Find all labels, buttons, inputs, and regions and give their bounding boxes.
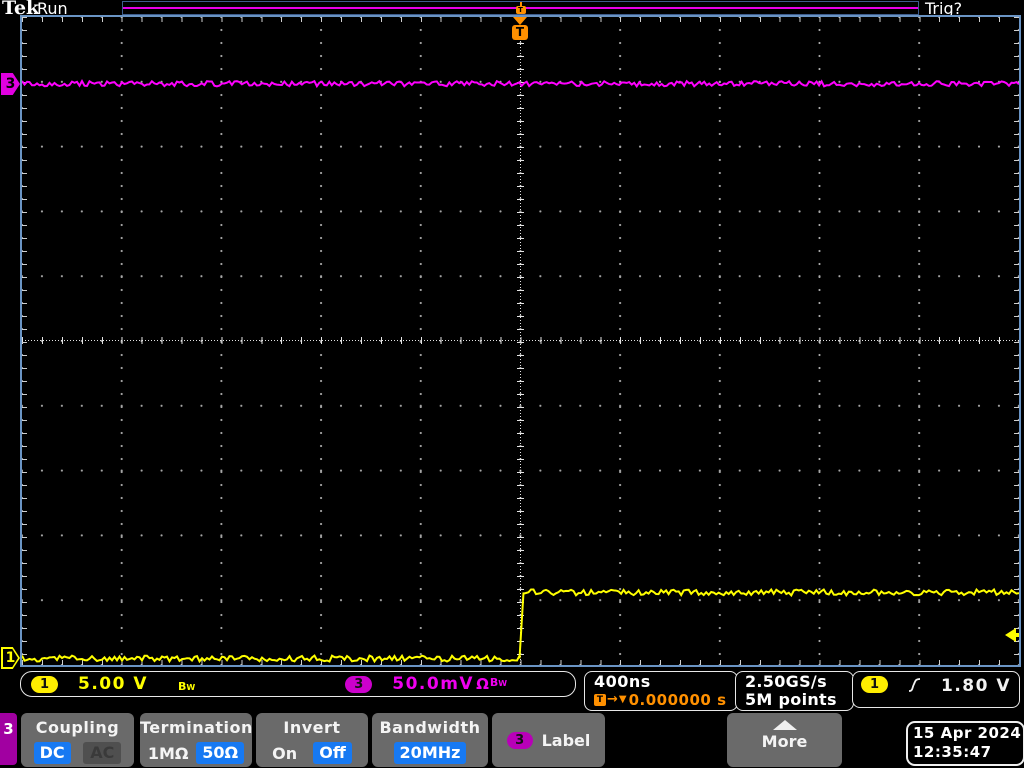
bottom-menu-bar: 3 Coupling DC AC Termination 1MΩ 50Ω Inv… bbox=[0, 712, 1024, 768]
termination-button[interactable]: Termination 1MΩ 50Ω bbox=[140, 713, 252, 767]
termination-title: Termination bbox=[140, 718, 253, 737]
invert-off-option[interactable]: Off bbox=[313, 742, 352, 764]
record-view-trigger-icon: T bbox=[515, 6, 526, 14]
channel3-scale: 50.0mV bbox=[392, 674, 475, 694]
horizontal-scale: 400ns bbox=[594, 672, 651, 691]
channel1-bandwidth-limit-icon: BW bbox=[178, 675, 195, 694]
channel3-menu-tab: 3 bbox=[0, 713, 17, 765]
trigger-level-arrow-tail bbox=[1015, 633, 1019, 637]
label-title: Label bbox=[541, 730, 591, 750]
delay-triangle-icon: ▼ bbox=[618, 694, 627, 705]
coupling-ac-option[interactable]: AC bbox=[83, 742, 122, 764]
waveform-display bbox=[22, 79, 1019, 664]
channel3-bandwidth-limit-icon: BW bbox=[490, 671, 507, 690]
channel1-scale: 5.00 V bbox=[78, 674, 149, 694]
invert-on-option[interactable]: On bbox=[272, 744, 297, 763]
termination-1mohm-option[interactable]: 1MΩ bbox=[148, 744, 189, 763]
termination-50ohm-option[interactable]: 50Ω bbox=[196, 742, 245, 764]
rising-edge-icon bbox=[908, 678, 921, 692]
trigger-position-arrow-icon[interactable] bbox=[513, 17, 527, 25]
datetime-box: 15 Apr 2024 12:35:47 bbox=[906, 721, 1024, 766]
graticule: T bbox=[20, 15, 1021, 667]
header-bar: Tek Run Trig? T bbox=[0, 0, 1024, 19]
horizontal-readout-box: 400ns T → ▼ 0.000000 s bbox=[584, 671, 738, 711]
coupling-button[interactable]: Coupling DC AC bbox=[21, 713, 134, 767]
trigger-position-flag[interactable]: T bbox=[512, 25, 528, 40]
bw-w: W bbox=[186, 682, 196, 692]
more-title: More bbox=[761, 732, 808, 751]
more-button[interactable]: More bbox=[727, 713, 842, 767]
channel1-badge: 1 bbox=[31, 675, 58, 693]
time-text: 12:35:47 bbox=[913, 743, 992, 761]
channel-readout-box: 1 5.00 V BW 3 50.0mV Ω BW bbox=[20, 671, 576, 697]
coupling-dc-option[interactable]: DC bbox=[33, 742, 71, 764]
oscilloscope-screen: { "header": { "logo": "Tek", "acq_status… bbox=[0, 0, 1024, 768]
horizontal-position: T → ▼ 0.000000 s bbox=[594, 691, 737, 709]
bandwidth-button[interactable]: Bandwidth 20MHz bbox=[372, 713, 488, 767]
arrow-right-icon: → bbox=[607, 692, 618, 707]
trigger-level-value: 1.80 V bbox=[940, 676, 1012, 696]
bandwidth-20mhz-option[interactable]: 20MHz bbox=[393, 742, 467, 764]
label-channel-badge: 3 bbox=[506, 731, 533, 749]
date-text: 15 Apr 2024 bbox=[913, 724, 1022, 742]
trigger-t-icon: T bbox=[594, 694, 606, 706]
trigger-readout-box: 1 1.80 V bbox=[852, 671, 1020, 708]
up-arrow-icon bbox=[772, 720, 797, 730]
channel3-impedance-icon: Ω bbox=[476, 675, 489, 693]
trigger-source-badge: 1 bbox=[860, 676, 888, 693]
channel1-position-marker[interactable]: 1 bbox=[1, 647, 20, 669]
invert-title: Invert bbox=[283, 718, 341, 737]
bandwidth-title: Bandwidth bbox=[379, 718, 481, 737]
invert-button[interactable]: Invert On Off bbox=[256, 713, 368, 767]
record-view-bar: T bbox=[122, 1, 919, 15]
channel3-position-marker[interactable]: 3 bbox=[1, 73, 20, 95]
readout-row: 1 5.00 V BW 3 50.0mV Ω BW 400ns T → ▼ 0.… bbox=[0, 670, 1024, 712]
bw-b: B bbox=[489, 675, 499, 689]
channel3-badge: 3 bbox=[345, 675, 373, 693]
record-length: 5M points bbox=[745, 690, 837, 709]
horizontal-position-value: 0.000000 s bbox=[628, 691, 727, 709]
acquisition-readout-box: 2.50GS/s 5M points bbox=[735, 671, 854, 711]
channel1-marker-label: 1 bbox=[5, 650, 16, 666]
coupling-title: Coupling bbox=[35, 718, 120, 737]
sample-rate: 2.50GS/s bbox=[745, 672, 827, 691]
bw-w: W bbox=[498, 678, 508, 688]
label-button[interactable]: 3 Label bbox=[492, 713, 605, 767]
trigger-level-arrow-icon[interactable] bbox=[1003, 628, 1019, 642]
